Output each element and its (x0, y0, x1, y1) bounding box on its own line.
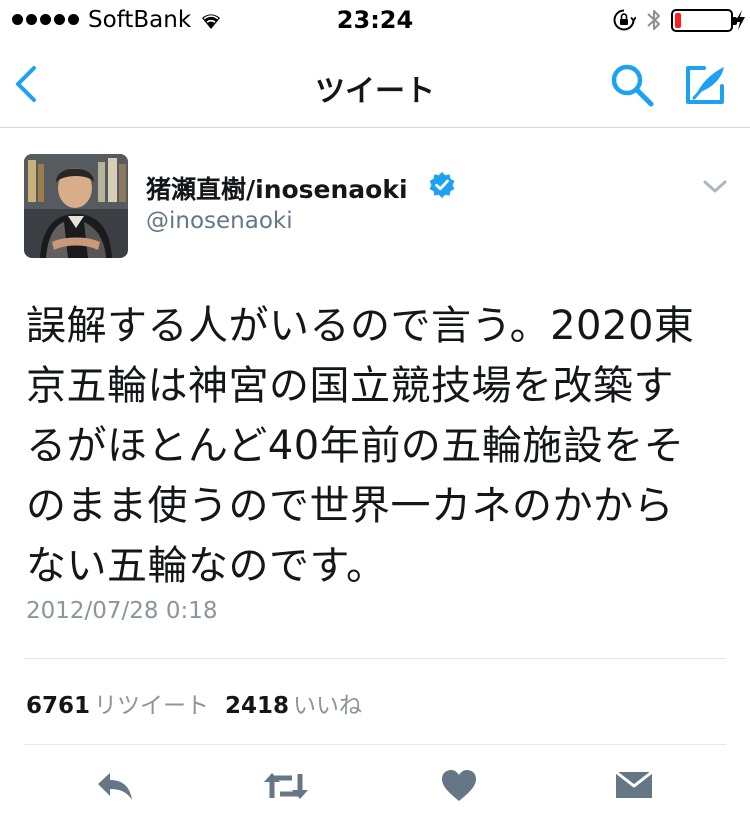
tweet-text-line: のまま使うので世界一カネのかから (26, 483, 674, 529)
status-bar: SoftBank 23:24 (0, 0, 750, 40)
chevron-down-icon[interactable] (702, 178, 728, 196)
user-handle[interactable]: @inosenaoki (146, 208, 293, 234)
clock: 23:24 (336, 6, 414, 34)
tweet-stats: 6761 リツイート 2418 いいね (26, 686, 378, 720)
display-name[interactable]: 猪瀬直樹/inosenaoki (146, 170, 408, 206)
like-heart-icon[interactable] (440, 768, 478, 804)
nav-bar: ツイート (0, 40, 750, 128)
reply-icon[interactable] (94, 768, 136, 804)
charging-bolt-icon (735, 10, 745, 30)
retweet-count[interactable]: 6761 (26, 693, 90, 719)
divider (24, 744, 726, 745)
search-icon[interactable] (609, 62, 655, 108)
tweet-text: 誤解する人がいるので言う。2020東 京五輪は神宮の国立競技場を改築す るがほと… (26, 296, 726, 596)
compose-icon[interactable] (682, 62, 728, 108)
tweet-text-line: るがほとんど40年前の五輪施設をそ (26, 423, 685, 469)
divider (24, 658, 726, 659)
tweet-text-line: 京五輪は神宮の国立競技場を改築す (26, 363, 674, 409)
battery-icon (671, 9, 737, 32)
tweet-text-line: ない五輪なのです。 (26, 543, 387, 589)
retweet-icon[interactable] (262, 768, 310, 804)
retweet-count-label[interactable]: リツイート (94, 693, 209, 719)
avatar[interactable] (24, 154, 128, 258)
tweet-text-line: 誤解する人がいるので言う。2020東 (26, 303, 695, 349)
bluetooth-icon (647, 10, 660, 30)
verified-badge-icon (429, 172, 455, 198)
direct-message-icon[interactable] (614, 768, 654, 804)
like-count[interactable]: 2418 (225, 693, 289, 719)
orientation-lock-icon (613, 9, 636, 31)
tweet-action-bar (0, 760, 750, 820)
like-count-label[interactable]: いいね (293, 693, 362, 719)
tweet-timestamp: 2012/07/28 0:18 (26, 598, 218, 624)
